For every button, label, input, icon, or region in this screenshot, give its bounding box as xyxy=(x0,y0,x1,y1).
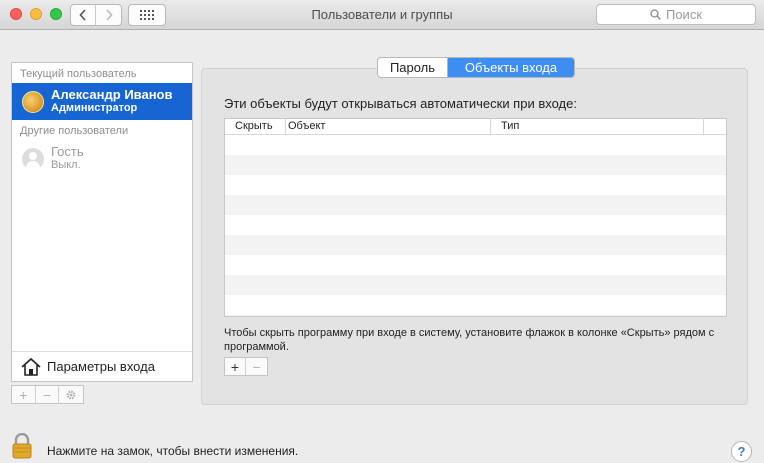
table-row xyxy=(225,235,726,255)
sidebar-item-current-user[interactable]: Александр Иванов Администратор xyxy=(12,83,192,120)
login-options-label: Параметры входа xyxy=(47,359,155,374)
tab-bar: Пароль Объекты входа xyxy=(377,57,575,78)
hide-hint-text: Чтобы скрыть программу при входе в систе… xyxy=(224,327,715,353)
tab-password[interactable]: Пароль xyxy=(378,58,448,77)
table-row xyxy=(225,315,726,316)
lock-icon xyxy=(12,432,32,459)
sidebar-toolbar: + − xyxy=(11,385,84,404)
guest-name: Гость xyxy=(51,144,84,159)
login-items-toolbar: + − xyxy=(224,357,268,376)
lock-message: Нажмите на замок, чтобы внести изменения… xyxy=(47,444,299,458)
column-header-item[interactable]: Объект xyxy=(286,119,491,135)
current-user-header: Текущий пользователь xyxy=(20,68,137,80)
help-button[interactable]: ? xyxy=(731,441,752,462)
action-menu-button[interactable] xyxy=(59,386,83,403)
house-icon xyxy=(21,357,41,376)
table-row xyxy=(225,295,726,315)
search-icon xyxy=(650,9,661,20)
login-items-table[interactable]: Скрыть Объект Тип xyxy=(224,118,727,317)
login-items-caption: Эти объекты будут открываться автоматиче… xyxy=(224,96,577,111)
search-placeholder: Поиск xyxy=(665,7,703,22)
guest-status: Выкл. xyxy=(51,159,81,171)
title-bar: Пользователи и группы Поиск xyxy=(0,0,764,30)
search-input[interactable]: Поиск xyxy=(596,4,756,25)
add-login-item-button[interactable]: + xyxy=(225,358,246,375)
add-user-button[interactable]: + xyxy=(12,386,36,403)
users-sidebar: Текущий пользователь Александр Иванов Ад… xyxy=(11,62,193,382)
table-header: Скрыть Объект Тип xyxy=(225,119,726,135)
user-name: Александр Иванов xyxy=(51,87,173,102)
table-row xyxy=(225,135,726,155)
user-role: Администратор xyxy=(51,102,138,114)
lock-button[interactable] xyxy=(11,432,33,462)
other-users-header: Другие пользователи xyxy=(20,125,129,137)
sidebar-item-guest-user[interactable]: Гость Выкл. xyxy=(12,140,192,177)
tab-login-items[interactable]: Объекты входа xyxy=(448,58,574,77)
guest-avatar-icon xyxy=(22,147,44,170)
remove-login-item-button[interactable]: − xyxy=(246,358,267,375)
table-row xyxy=(225,195,726,215)
table-row xyxy=(225,255,726,275)
table-row xyxy=(225,155,726,175)
column-header-type[interactable]: Тип xyxy=(491,119,704,135)
table-row xyxy=(225,275,726,295)
table-row xyxy=(225,175,726,195)
login-options-item[interactable]: Параметры входа xyxy=(12,351,192,381)
gear-icon xyxy=(66,390,76,399)
table-row xyxy=(225,215,726,235)
remove-user-button[interactable]: − xyxy=(36,386,60,403)
avatar xyxy=(22,90,44,113)
column-header-hide[interactable]: Скрыть xyxy=(225,119,286,135)
